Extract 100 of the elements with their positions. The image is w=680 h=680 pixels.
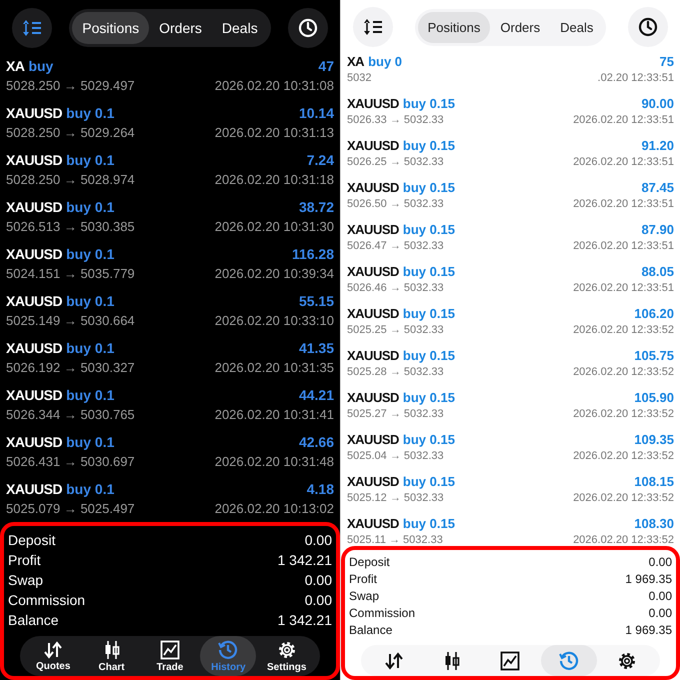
tab[interactable]: Orders <box>149 12 212 44</box>
summary-value: 1 342.21 <box>278 551 332 570</box>
deal-time: 2026.02.20 12:33:52 <box>573 366 674 378</box>
price-range: 5025.27 → 5032.33 <box>347 408 444 420</box>
clock-icon <box>638 17 658 37</box>
deal-time: 2026.02.20 10:31:41 <box>214 407 334 422</box>
summary-label: Swap <box>8 571 44 590</box>
price-range: 5028.250 → 5029.497 <box>6 78 135 93</box>
price-range: 5026.192 → 5030.327 <box>6 360 135 375</box>
deal-time: 2026.02.20 12:33:52 <box>573 492 674 504</box>
deal-side: buy 0.15 <box>402 306 455 321</box>
sort-button[interactable] <box>353 7 393 47</box>
profit-value: 41.35 <box>298 340 334 356</box>
symbol-label: XAUUSD <box>347 348 399 363</box>
nav-tab[interactable]: Settings <box>258 636 315 676</box>
arrows-icon <box>384 652 404 670</box>
symbol-label: XAUUSD <box>6 481 62 497</box>
tab[interactable]: Positions <box>418 12 490 42</box>
price-range: 5026.33 → 5032.33 <box>347 114 444 126</box>
history-button[interactable] <box>628 7 668 47</box>
deal-time: 2026.02.20 10:31:18 <box>214 172 334 187</box>
profit-value: 42.66 <box>298 434 334 450</box>
deal-side: buy 0.15 <box>402 180 455 195</box>
deal-time: .02.20 12:33:51 <box>598 72 674 84</box>
summary-value: 0.00 <box>304 531 332 550</box>
summary-value: 1 969.35 <box>625 622 672 639</box>
summary-value: 1 342.21 <box>278 611 332 630</box>
symbol-label: XA <box>6 58 24 74</box>
deal-side: buy 0.15 <box>402 474 455 489</box>
profit-value: 87.90 <box>641 222 674 237</box>
nav-tab[interactable]: Trade <box>142 636 198 676</box>
price-range: 5026.344 → 5030.765 <box>6 407 135 422</box>
symbol-label: XAUUSD <box>347 390 399 405</box>
deal-time: 2026.02.20 10:13:02 <box>214 501 334 516</box>
line-chart-icon <box>500 650 520 670</box>
deal-side: buy 0.15 <box>402 348 455 363</box>
symbol-label: XAUUSD <box>6 340 62 356</box>
deal-time: 2026.02.20 12:33:52 <box>573 534 674 546</box>
deal-side: buy 0.1 <box>66 293 114 309</box>
nav-tab[interactable]: Quotes <box>25 636 82 676</box>
symbol-label: XAUUSD <box>6 387 62 403</box>
symbol-label: XAUUSD <box>347 222 399 237</box>
price-range: 5032 <box>347 72 372 84</box>
tab[interactable]: Positions <box>72 12 150 44</box>
deal-time: 2026.02.20 10:31:08 <box>214 78 334 93</box>
symbol-label: XAUUSD <box>6 152 62 168</box>
deal-time: 2026.02.20 12:33:52 <box>573 408 674 420</box>
candlestick-icon <box>102 640 121 660</box>
tab[interactable]: Deals <box>550 12 604 42</box>
deal-side: buy 0.15 <box>402 390 455 405</box>
sort-button[interactable] <box>12 8 52 48</box>
deal-side: buy 0.15 <box>402 96 455 111</box>
candlestick-icon <box>443 650 462 670</box>
tab[interactable]: Orders <box>490 12 550 42</box>
deal-time: 2026.02.20 12:33:51 <box>573 114 674 126</box>
profit-value: 7.24 <box>306 152 334 168</box>
settings-icon <box>616 650 637 670</box>
history-button[interactable] <box>288 8 328 48</box>
profit-value: 88.05 <box>641 264 674 279</box>
deal-side: buy 0.15 <box>402 516 455 531</box>
profit-value: 91.20 <box>641 138 674 153</box>
profit-value: 38.72 <box>298 199 334 215</box>
deal-time: 2026.02.20 10:31:13 <box>214 125 334 140</box>
symbol-label: XAUUSD <box>347 432 399 447</box>
summary-label: Commission <box>349 605 416 622</box>
nav-tab[interactable]: Chart <box>84 636 140 676</box>
price-range: 5026.50 → 5032.33 <box>347 198 444 210</box>
tab[interactable]: Deals <box>212 12 268 44</box>
symbol-label: XAUUSD <box>347 516 399 531</box>
price-range: 5026.25 → 5032.33 <box>347 156 444 168</box>
sort-icon <box>363 18 383 36</box>
price-range: 5025.12 → 5032.33 <box>347 492 444 504</box>
symbol-label: XAUUSD <box>347 264 399 279</box>
summary-value: 0.00 <box>648 605 672 622</box>
profit-value: 108.30 <box>634 516 674 531</box>
history-icon <box>218 640 238 660</box>
summary-value: 1 969.35 <box>625 571 672 588</box>
deal-time: 2026.02.20 12:33:51 <box>573 240 674 252</box>
profit-value: 44.21 <box>298 387 334 403</box>
summary-label: Commission <box>8 591 86 610</box>
profit-value: 87.45 <box>641 180 674 195</box>
deal-side: buy 0.15 <box>402 264 455 279</box>
deal-time: 2026.02.20 10:31:35 <box>214 360 334 375</box>
symbol-label: XAUUSD <box>6 199 62 215</box>
price-range: 5026.513 → 5030.385 <box>6 219 135 234</box>
deal-time: 2026.02.20 12:33:52 <box>573 324 674 336</box>
price-range: 5028.250 → 5029.264 <box>6 125 135 140</box>
profit-value: 55.15 <box>298 293 334 309</box>
deal-side: buy 0.1 <box>66 387 114 403</box>
profit-value: 75 <box>660 54 674 69</box>
summary-label: Profit <box>349 571 378 588</box>
price-range: 5025.079 → 5025.497 <box>6 501 135 516</box>
deal-side: buy 0.1 <box>66 481 114 497</box>
arrows-icon <box>43 640 64 658</box>
deal-time: 2026.02.20 10:31:30 <box>214 219 334 234</box>
deal-side: buy 0.1 <box>66 152 114 168</box>
deal-side: buy 0.15 <box>402 138 455 153</box>
deal-time: 2026.02.20 10:33:10 <box>214 313 334 328</box>
deal-side: buy 0.1 <box>66 199 114 215</box>
price-range: 5025.25 → 5032.33 <box>347 324 444 336</box>
